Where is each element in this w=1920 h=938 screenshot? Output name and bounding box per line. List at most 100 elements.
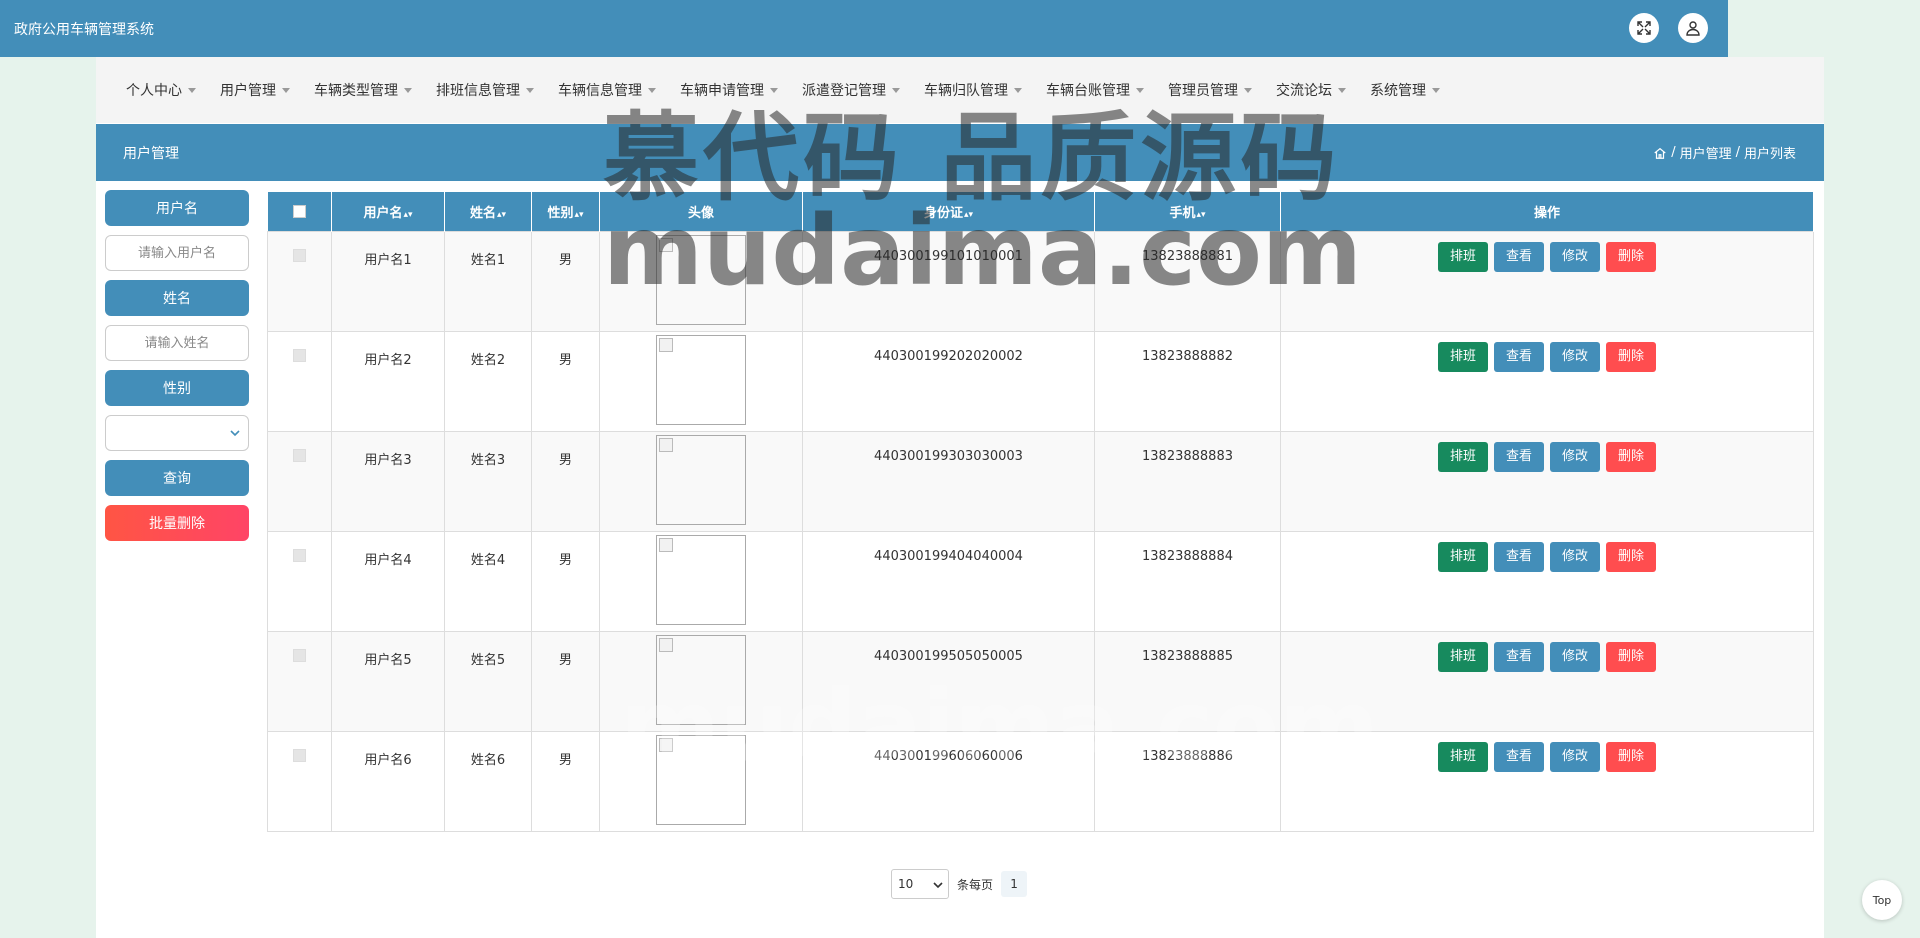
caret-down-icon — [188, 87, 196, 93]
breadcrumb-item-user-management[interactable]: 用户管理 — [1680, 143, 1732, 162]
row-checkbox[interactable] — [293, 348, 306, 362]
schedule-button[interactable]: 排班 — [1437, 541, 1488, 572]
delete-button[interactable]: 删除 — [1606, 641, 1657, 672]
caret-down-icon — [648, 87, 656, 93]
caret-down-icon — [1014, 87, 1022, 93]
schedule-button[interactable]: 排班 — [1437, 441, 1488, 472]
avatar — [656, 434, 746, 525]
home-icon[interactable] — [1653, 146, 1667, 160]
row-checkbox[interactable] — [293, 448, 306, 462]
row-checkbox[interactable] — [293, 748, 306, 762]
name-search-input[interactable] — [105, 325, 249, 361]
broken-image-icon — [659, 237, 673, 252]
gender-select[interactable] — [105, 415, 249, 451]
cell-avatar — [599, 530, 803, 632]
column-header-name[interactable]: 姓名▴▾ — [444, 192, 532, 231]
page-size-select[interactable]: 10 — [891, 869, 949, 899]
cell-actions: 排班 查看 修改 删除 — [1280, 430, 1814, 532]
edit-button[interactable]: 修改 — [1550, 641, 1601, 672]
cell-phone: 13823888881 — [1094, 230, 1281, 332]
broken-image-icon — [659, 537, 673, 552]
table-row: 用户名1 姓名1 男 440300199101010001 13823888881 排班查… — [267, 230, 1814, 332]
table-row: 用户名3 姓名3 男 440300199303030003 13823888883 排班查… — [267, 430, 1814, 532]
table-row: 用户名5 姓名5 男 440300199505050005 13823888885 排班查… — [267, 630, 1814, 732]
batch-delete-button[interactable]: 批量删除 — [105, 505, 249, 541]
cell-idcard: 440300199202020002 — [802, 330, 1095, 432]
username-label: 用户名 — [105, 190, 249, 226]
schedule-button[interactable]: 排班 — [1437, 741, 1488, 772]
column-header-gender[interactable]: 性别▴▾ — [531, 192, 600, 231]
avatar — [656, 234, 746, 325]
edit-button[interactable]: 修改 — [1550, 541, 1601, 572]
row-checkbox[interactable] — [293, 648, 306, 662]
edit-button[interactable]: 修改 — [1550, 341, 1601, 372]
view-button[interactable]: 查看 — [1493, 441, 1544, 472]
edit-button[interactable]: 修改 — [1550, 741, 1601, 772]
row-select-cell — [267, 230, 332, 332]
nav-item-4[interactable]: 车辆信息管理 — [558, 80, 656, 100]
delete-button[interactable]: 删除 — [1606, 341, 1657, 372]
nav-item-7[interactable]: 车辆归队管理 — [924, 80, 1022, 100]
caret-down-icon — [282, 87, 290, 93]
nav-item-1[interactable]: 用户管理 — [220, 80, 290, 100]
cell-phone: 13823888882 — [1094, 330, 1281, 432]
view-button[interactable]: 查看 — [1493, 241, 1544, 272]
caret-down-icon — [1136, 87, 1144, 93]
broken-image-icon — [659, 337, 673, 352]
edit-button[interactable]: 修改 — [1550, 241, 1601, 272]
cell-username: 用户名3 — [331, 430, 445, 532]
select-all-header — [267, 192, 332, 231]
cell-username: 用户名4 — [331, 530, 445, 632]
back-to-top-button[interactable]: Top — [1862, 880, 1902, 920]
nav-item-11[interactable]: 系统管理 — [1370, 80, 1440, 100]
column-header-username[interactable]: 用户名▴▾ — [331, 192, 445, 231]
delete-button[interactable]: 删除 — [1606, 441, 1657, 472]
username-search-input[interactable] — [105, 235, 249, 271]
nav-item-8[interactable]: 车辆台账管理 — [1046, 80, 1144, 100]
row-checkbox[interactable] — [293, 248, 306, 262]
table-header-row: 用户名▴▾ 姓名▴▾ 性别▴▾ 头像 身份证▴▾ 手机▴▾ 操作 — [267, 192, 1814, 231]
breadcrumb: / 用户管理 / 用户列表 — [1653, 143, 1796, 162]
edit-button[interactable]: 修改 — [1550, 441, 1601, 472]
cell-username: 用户名5 — [331, 630, 445, 732]
row-select-cell — [267, 630, 332, 732]
cell-actions: 排班 查看 修改 删除 — [1280, 730, 1814, 832]
schedule-button[interactable]: 排班 — [1437, 241, 1488, 272]
row-select-cell — [267, 330, 332, 432]
avatar — [656, 534, 746, 625]
view-button[interactable]: 查看 — [1493, 341, 1544, 372]
row-select-cell — [267, 730, 332, 832]
nav-item-10[interactable]: 交流论坛 — [1276, 80, 1346, 100]
row-checkbox[interactable] — [293, 548, 306, 562]
schedule-button[interactable]: 排班 — [1437, 641, 1488, 672]
caret-down-icon — [1244, 87, 1252, 93]
nav-item-5[interactable]: 车辆申请管理 — [680, 80, 778, 100]
caret-down-icon — [404, 87, 412, 93]
user-menu-button[interactable] — [1678, 13, 1708, 43]
gender-label: 性别 — [105, 370, 249, 406]
query-button[interactable]: 查询 — [105, 460, 249, 496]
view-button[interactable]: 查看 — [1493, 641, 1544, 672]
app-title: 政府公用车辆管理系统 — [14, 22, 154, 38]
page-number-current[interactable]: 1 — [1001, 871, 1028, 897]
nav-item-6[interactable]: 派遣登记管理 — [802, 80, 900, 100]
fullscreen-button[interactable] — [1629, 13, 1659, 43]
schedule-button[interactable]: 排班 — [1437, 341, 1488, 372]
cell-actions: 排班 查看 修改 删除 — [1280, 330, 1814, 432]
select-all-checkbox[interactable] — [292, 204, 306, 218]
cell-gender: 男 — [531, 530, 600, 632]
cell-gender: 男 — [531, 730, 600, 832]
cell-idcard: 440300199505050005 — [802, 630, 1095, 732]
delete-button[interactable]: 删除 — [1606, 741, 1657, 772]
nav-item-2[interactable]: 车辆类型管理 — [314, 80, 412, 100]
delete-button[interactable]: 删除 — [1606, 541, 1657, 572]
delete-button[interactable]: 删除 — [1606, 241, 1657, 272]
view-button[interactable]: 查看 — [1493, 541, 1544, 572]
cell-gender: 男 — [531, 230, 600, 332]
column-header-phone[interactable]: 手机▴▾ — [1094, 192, 1281, 231]
view-button[interactable]: 查看 — [1493, 741, 1544, 772]
column-header-idcard[interactable]: 身份证▴▾ — [802, 192, 1095, 231]
nav-item-3[interactable]: 排班信息管理 — [436, 80, 534, 100]
nav-item-0[interactable]: 个人中心 — [126, 80, 196, 100]
nav-item-9[interactable]: 管理员管理 — [1168, 80, 1252, 100]
